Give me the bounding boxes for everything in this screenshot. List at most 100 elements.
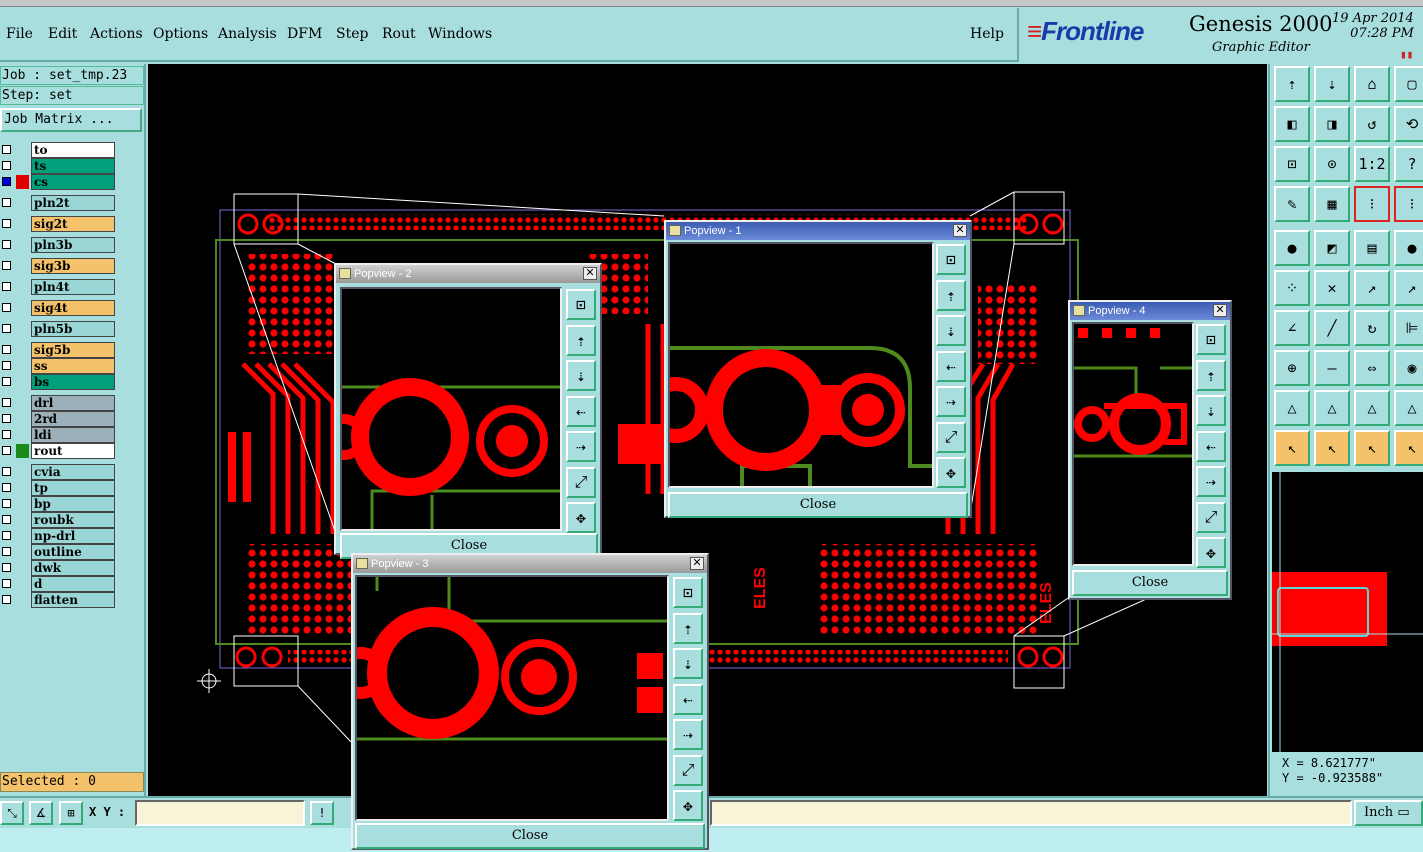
job-matrix-button[interactable]: Job Matrix ...: [0, 108, 142, 132]
layer-color-chip[interactable]: [16, 343, 29, 357]
cut-icon[interactable]: ✕: [1314, 270, 1350, 306]
layer-name[interactable]: drl: [31, 395, 115, 411]
layer-name[interactable]: pln4t: [31, 279, 115, 295]
popview-canvas[interactable]: [340, 287, 562, 531]
pan-right-icon[interactable]: ⇢: [936, 386, 966, 417]
layer-name[interactable]: outline: [31, 544, 115, 560]
layer-row[interactable]: cvia: [0, 464, 120, 480]
zoom-out-icon[interactable]: ⤢: [936, 421, 966, 453]
scale-1-2-icon[interactable]: 1:2: [1354, 146, 1390, 182]
layer-color-chip[interactable]: [16, 529, 29, 543]
zoom-fit-icon[interactable]: ✥: [673, 790, 703, 821]
shapes-icon[interactable]: ◉: [1394, 350, 1423, 386]
layer-checkbox[interactable]: [2, 261, 11, 270]
undo-view-icon[interactable]: ↺: [1354, 106, 1390, 142]
layer-name[interactable]: ldi: [31, 427, 115, 443]
layer-compare-2-icon[interactable]: ⁝: [1394, 186, 1423, 222]
layer-color-chip[interactable]: [16, 143, 29, 157]
pad-point-icon[interactable]: ⊕: [1274, 350, 1310, 386]
zoom-out-icon[interactable]: ⤢: [673, 754, 703, 786]
zoom-out-icon[interactable]: ⤢: [1196, 501, 1226, 533]
layer-checkbox[interactable]: [2, 145, 11, 154]
layer-checkbox[interactable]: [2, 414, 11, 423]
zoom-home-icon[interactable]: ⊙: [1314, 146, 1350, 182]
layer-row[interactable]: ldi: [0, 427, 120, 443]
menu-rout[interactable]: Rout: [382, 26, 416, 42]
close-window-icon[interactable]: ▢: [1394, 66, 1423, 102]
connect-icon[interactable]: ⁘: [1274, 270, 1310, 306]
pause-icon[interactable]: ▮▮: [1400, 48, 1413, 61]
layer-name[interactable]: d: [31, 576, 115, 592]
zoom-fit-icon[interactable]: ✥: [1196, 537, 1226, 568]
close-icon[interactable]: ✕: [583, 267, 597, 280]
layer-name[interactable]: rout: [31, 443, 115, 459]
layer-checkbox[interactable]: [2, 467, 11, 476]
layer-checkbox[interactable]: [2, 483, 11, 492]
select-path-icon[interactable]: ↖: [1394, 430, 1423, 466]
pan-up-icon[interactable]: ⇡: [936, 279, 966, 311]
layer-checkbox[interactable]: [2, 499, 11, 508]
layer-row[interactable]: roubk: [0, 512, 120, 528]
xy-input[interactable]: [135, 800, 305, 826]
popview-canvas[interactable]: [355, 575, 669, 821]
layer-row[interactable]: outline: [0, 544, 120, 560]
menu-options[interactable]: Options: [153, 26, 208, 42]
pan-left-icon[interactable]: ◧: [1274, 106, 1310, 142]
layer-color-chip[interactable]: [16, 577, 29, 591]
layer-color-chip[interactable]: [16, 561, 29, 575]
select-poly-icon[interactable]: ↖: [1354, 430, 1390, 466]
layer-name[interactable]: ss: [31, 358, 115, 374]
layer-name[interactable]: pln5b: [31, 321, 115, 337]
layer-name[interactable]: roubk: [31, 512, 115, 528]
layer-row[interactable]: pln3b: [0, 237, 120, 253]
layer-row[interactable]: d: [0, 576, 120, 592]
menu-analysis[interactable]: Analysis: [218, 26, 277, 42]
layer-color-chip[interactable]: [16, 545, 29, 559]
layer-color-chip[interactable]: [16, 375, 29, 389]
layer-row[interactable]: ss: [0, 358, 120, 374]
layer-row[interactable]: flatten: [0, 592, 120, 608]
layer-name[interactable]: sig4t: [31, 300, 115, 316]
zoom-box-icon[interactable]: ⊡: [673, 577, 703, 608]
layer-row[interactable]: 2rd: [0, 411, 120, 427]
layer-name[interactable]: to: [31, 142, 115, 158]
layer-checkbox[interactable]: [2, 595, 11, 604]
home-icon[interactable]: ⌂: [1354, 66, 1390, 102]
layer-color-chip[interactable]: [16, 238, 29, 252]
pan-up-icon[interactable]: ⇡: [1196, 359, 1226, 391]
pan-down-icon[interactable]: ⇣: [673, 648, 703, 679]
layer-row[interactable]: bs: [0, 374, 120, 390]
layer-checkbox[interactable]: [2, 579, 11, 588]
layer-checkbox[interactable]: [2, 446, 11, 455]
layer-checkbox[interactable]: [2, 219, 11, 228]
layer-color-chip[interactable]: [16, 196, 29, 210]
layer-row[interactable]: sig4t: [0, 300, 120, 316]
grid-icon[interactable]: ⊞: [59, 801, 83, 825]
layer-name[interactable]: pln2t: [31, 195, 115, 211]
layer-name[interactable]: pln3b: [31, 237, 115, 253]
menu-help[interactable]: Help: [970, 26, 1004, 42]
layer-name[interactable]: bp: [31, 496, 115, 512]
layer-color-chip[interactable]: [16, 280, 29, 294]
layer-color-chip[interactable]: [16, 593, 29, 607]
layer-checkbox[interactable]: [2, 531, 11, 540]
layer-row[interactable]: drl: [0, 395, 120, 411]
grid-toggle-icon[interactable]: ▦: [1314, 186, 1350, 222]
center-line-icon[interactable]: —: [1314, 350, 1350, 386]
select-arrow-icon[interactable]: ↖: [1274, 430, 1310, 466]
popview-close-button[interactable]: Close: [355, 823, 705, 849]
layer-checkbox[interactable]: [2, 430, 11, 439]
layer-checkbox[interactable]: [2, 377, 11, 386]
layer-compare-icon[interactable]: ⁝: [1354, 186, 1390, 222]
pan-right-icon[interactable]: ⇢: [673, 719, 703, 750]
layer-row[interactable]: pln5b: [0, 321, 120, 337]
layer-checkbox[interactable]: [2, 161, 11, 170]
layer-checkbox[interactable]: [2, 177, 11, 186]
layer-checkbox[interactable]: [2, 282, 11, 291]
layer-checkbox[interactable]: [2, 345, 11, 354]
menu-step[interactable]: Step: [336, 26, 368, 42]
layer-color-chip[interactable]: [16, 259, 29, 273]
feature-select-icon[interactable]: ●: [1274, 230, 1310, 266]
layer-color-chip[interactable]: [16, 175, 29, 189]
pan-right-icon[interactable]: ⇢: [566, 431, 596, 462]
